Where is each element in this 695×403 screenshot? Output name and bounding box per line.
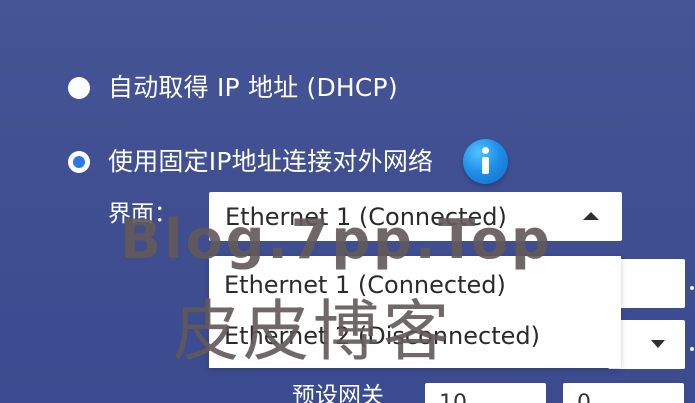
gateway-value-2: 0 bbox=[577, 393, 591, 403]
radio-button-auto-ip[interactable] bbox=[68, 76, 90, 99]
network-settings-screen: 自动取得 IP 地址 (DHCP) 使用固定IP地址连接对外网络 界面： Eth… bbox=[0, 0, 695, 403]
auto-ip-option[interactable]: 自动取得 IP 地址 (DHCP) bbox=[68, 75, 398, 100]
gateway-field-1[interactable]: 10 bbox=[425, 383, 546, 403]
gateway-label: 预设网关 bbox=[292, 383, 384, 403]
interface-select[interactable]: Ethernet 1 (Connected) bbox=[209, 192, 622, 241]
subnet-separator-dot bbox=[690, 347, 694, 351]
radio-button-static-ip[interactable] bbox=[68, 150, 90, 173]
static-ip-label: 使用固定IP地址连接对外网络 bbox=[108, 147, 434, 176]
static-ip-option[interactable]: 使用固定IP地址连接对外网络 bbox=[68, 139, 509, 184]
auto-ip-label: 自动取得 IP 地址 (DHCP) bbox=[108, 73, 398, 102]
gateway-value-1: 10 bbox=[439, 393, 467, 403]
interface-select-value: Ethernet 1 (Connected) bbox=[225, 202, 507, 231]
info-icon[interactable] bbox=[463, 139, 509, 184]
ip-separator-dot bbox=[690, 286, 694, 290]
interface-dropdown-menu: Ethernet 1 (Connected) Ethernet 2 (Disco… bbox=[209, 256, 621, 368]
dropdown-option-ethernet-2[interactable]: Ethernet 2 (Disconnected) bbox=[224, 324, 540, 348]
gateway-field-2[interactable]: 0 bbox=[563, 383, 684, 403]
interface-label: 界面： bbox=[108, 201, 177, 227]
caret-up-icon[interactable] bbox=[583, 212, 599, 220]
caret-down-icon[interactable] bbox=[651, 340, 665, 348]
dropdown-option-ethernet-1[interactable]: Ethernet 1 (Connected) bbox=[224, 273, 506, 297]
